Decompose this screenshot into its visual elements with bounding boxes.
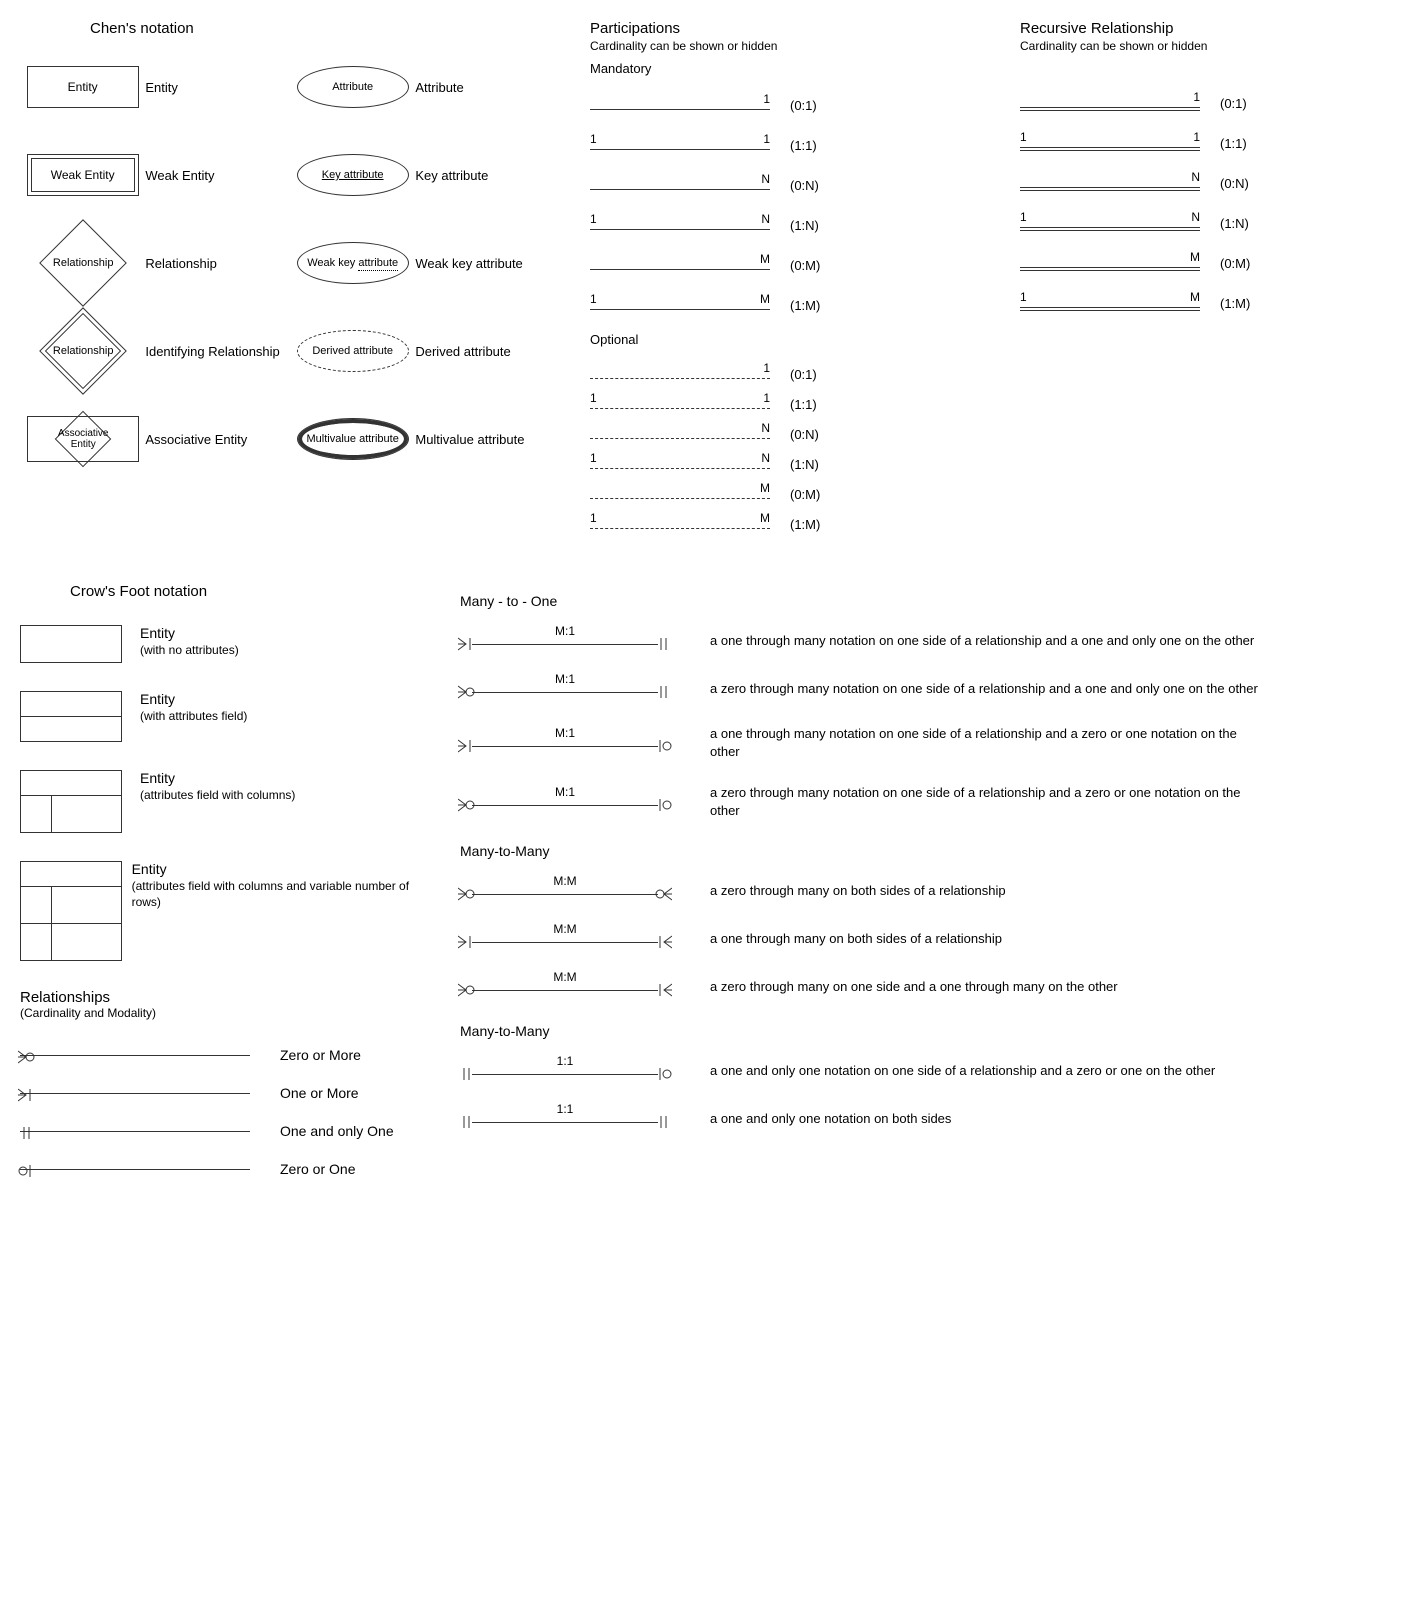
mto-h2: Many-to-Many xyxy=(460,843,1360,859)
crows-title: Crow's Foot notation xyxy=(70,583,420,600)
entity-icon: Entity xyxy=(27,66,139,108)
mto-row: M:1a zero through many notation on one s… xyxy=(460,784,1360,819)
participation-row: M(0:M) xyxy=(1020,250,1370,276)
participation-row: 1M(1:M) xyxy=(590,292,990,318)
rel-sub: (Cardinality and Modality) xyxy=(20,1006,420,1020)
cf-entity-icon xyxy=(20,625,122,663)
chen-label: Relationship xyxy=(145,256,290,271)
attribute-icon: Derived attribute xyxy=(297,330,409,372)
chen-label: Weak key attribute xyxy=(415,256,560,271)
relationship-icon: Relationship xyxy=(39,219,127,307)
chen-label: Weak Entity xyxy=(145,168,290,183)
mto-row: M:1a one through many notation on one si… xyxy=(460,629,1360,653)
chen-label: Entity xyxy=(145,80,290,95)
participation-row: 1(0:1) xyxy=(590,363,990,385)
chen-label: Attribute xyxy=(415,80,560,95)
mandatory-h: Mandatory xyxy=(590,61,990,76)
participation-row: 1N(1:N) xyxy=(590,212,990,238)
participation-row: 1M(1:M) xyxy=(590,513,990,535)
mto-h1: Many - to - One xyxy=(460,593,1360,609)
participation-row: 1N(1:N) xyxy=(1020,210,1370,236)
mto-row: M:Ma zero through many on one side and a… xyxy=(460,975,1360,999)
chen-label: Key attribute xyxy=(415,168,560,183)
cf-rel-row: Zero or One xyxy=(20,1159,420,1179)
cf-entity-icon xyxy=(20,770,122,833)
top-section: Chen's notation Entity Entity Weak Entity W… xyxy=(20,20,1384,543)
associative-entity-icon: AssociativeEntity xyxy=(27,416,139,462)
participation-row: M(0:M) xyxy=(590,252,990,278)
chen-label: Identifying Relationship xyxy=(145,344,290,359)
cf-entity-label: Entity(with no attributes) xyxy=(140,625,239,657)
participation-row: 11(1:1) xyxy=(1020,130,1370,156)
attribute-icon: Key attribute xyxy=(297,154,409,196)
participation-row: 1(0:1) xyxy=(1020,90,1370,116)
cf-entity-icon xyxy=(20,861,122,961)
attribute-icon: Attribute xyxy=(297,66,409,108)
mto-row: M:Ma one through many on both sides of a… xyxy=(460,927,1360,951)
mto-row: 1:1a one and only one notation on one si… xyxy=(460,1059,1360,1083)
mto-row: 1:1a one and only one notation on both s… xyxy=(460,1107,1360,1131)
mto-row: M:1a one through many notation on one si… xyxy=(460,725,1360,760)
recur-title: Recursive Relationship xyxy=(1020,20,1370,37)
cf-entity-icon xyxy=(20,691,122,742)
weak-entity-icon: Weak Entity xyxy=(27,154,139,196)
identifying-relationship-icon: Relationship xyxy=(39,307,127,395)
participation-row: N(0:N) xyxy=(590,172,990,198)
mto-row: M:1a zero through many notation on one s… xyxy=(460,677,1360,701)
chen-notation: Chen's notation Entity Entity Weak Entity W… xyxy=(20,20,560,543)
rel-h: Relationships xyxy=(20,989,420,1006)
cf-rel-row: Zero or More xyxy=(20,1045,420,1065)
crows-foot: Crow's Foot notation Entity(with no attr… xyxy=(20,583,1384,1197)
cf-rel-row: One and only One xyxy=(20,1121,420,1141)
cf-rel-row: One or More xyxy=(20,1083,420,1103)
particip-title: Participations xyxy=(590,20,990,37)
mto-h3: Many-to-Many xyxy=(460,1023,1360,1039)
participation-row: M(0:M) xyxy=(590,483,990,505)
participation-row: 1(0:1) xyxy=(590,92,990,118)
attribute-icon: Multivalue attribute xyxy=(297,418,409,460)
particip-sub: Cardinality can be shown or hidden xyxy=(590,39,990,53)
chen-label: Multivalue attribute xyxy=(415,432,560,447)
cf-entity-label: Entity(with attributes field) xyxy=(140,691,247,723)
cf-entity-label: Entity(attributes field with columns) xyxy=(140,770,295,802)
participations: Participations Cardinality can be shown … xyxy=(590,20,990,543)
participation-row: 1M(1:M) xyxy=(1020,290,1370,316)
mto-row: M:Ma zero through many on both sides of … xyxy=(460,879,1360,903)
recursive: Recursive Relationship Cardinality can b… xyxy=(1020,20,1370,543)
participation-row: 1N(1:N) xyxy=(590,453,990,475)
participation-row: N(0:N) xyxy=(1020,170,1370,196)
attribute-icon: Weak key attribute xyxy=(297,242,409,284)
participation-row: 11(1:1) xyxy=(590,132,990,158)
optional-h: Optional xyxy=(590,332,990,347)
cf-entity-label: Entity(attributes field with columns and… xyxy=(132,861,420,909)
participation-row: N(0:N) xyxy=(590,423,990,445)
chen-title: Chen's notation xyxy=(90,20,560,37)
chen-label: Associative Entity xyxy=(145,432,290,447)
participation-row: 11(1:1) xyxy=(590,393,990,415)
recur-sub: Cardinality can be shown or hidden xyxy=(1020,39,1370,53)
chen-label: Derived attribute xyxy=(415,344,560,359)
